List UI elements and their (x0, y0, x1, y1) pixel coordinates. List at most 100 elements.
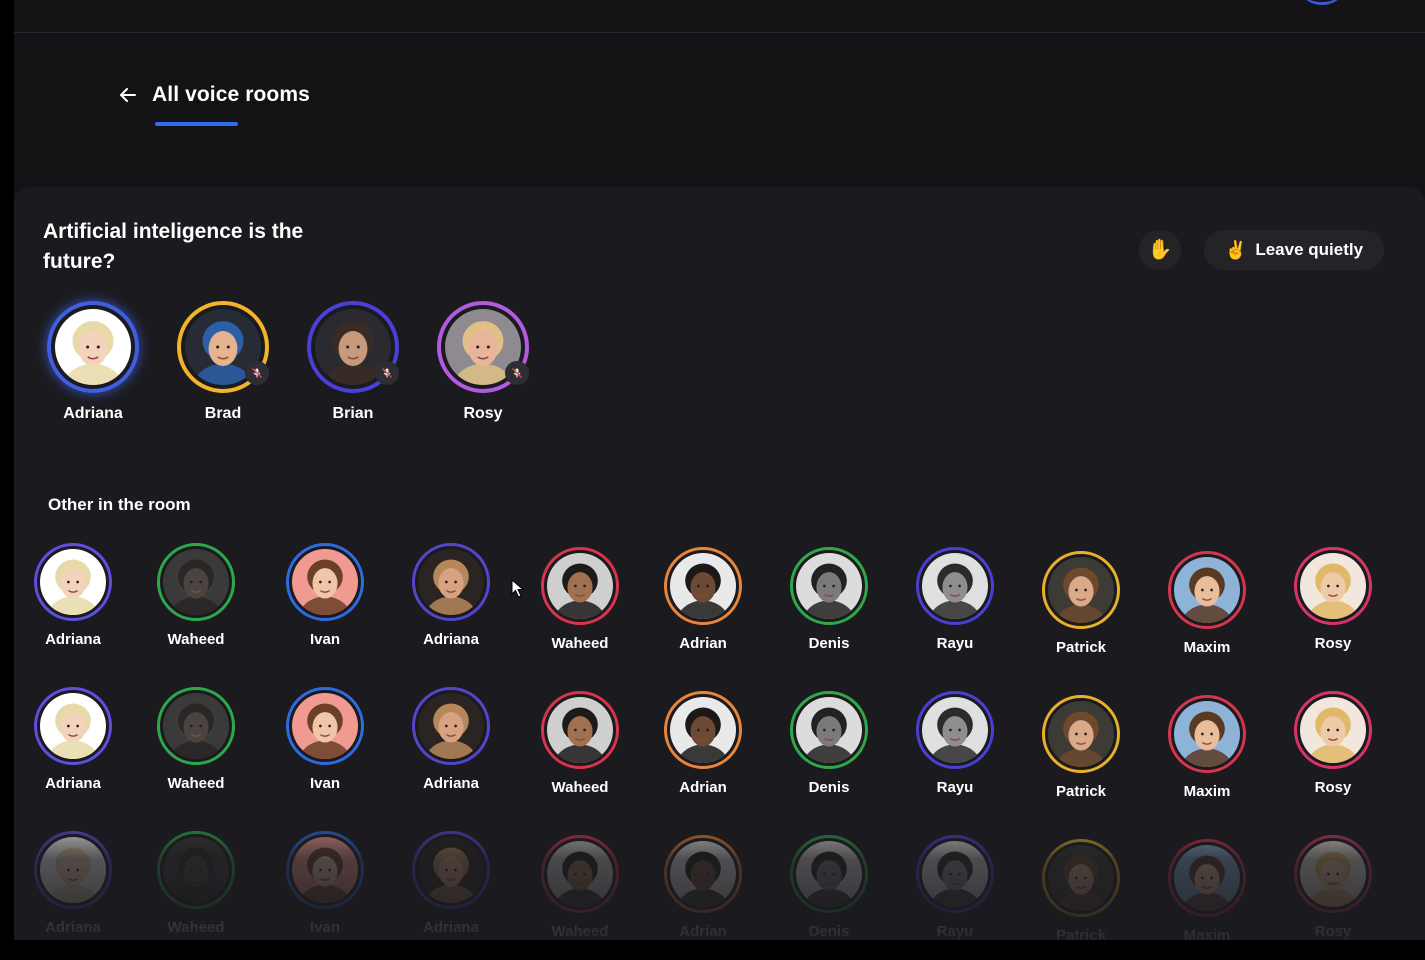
avatar[interactable] (790, 547, 868, 625)
listener-maxim[interactable]: Maxim (1152, 695, 1262, 800)
listener-maxim[interactable]: Maxim (1152, 839, 1262, 940)
listener-adrian[interactable]: Adrian (648, 835, 758, 940)
avatar[interactable] (34, 831, 112, 909)
avatar[interactable] (664, 835, 742, 913)
listener-name: Patrick (1055, 927, 1107, 940)
avatar[interactable] (177, 301, 269, 393)
avatar[interactable] (664, 547, 742, 625)
listener-adriana[interactable]: Adriana (18, 687, 128, 792)
avatar-photo (55, 309, 131, 385)
listener-patrick[interactable]: Patrick (1026, 839, 1136, 940)
listener-name: Patrick (1055, 783, 1107, 800)
listener-waheed[interactable]: Waheed (141, 543, 251, 648)
avatar[interactable] (286, 543, 364, 621)
avatar[interactable] (1042, 551, 1120, 629)
listener-adrian[interactable]: Adrian (648, 547, 758, 652)
avatar[interactable] (790, 835, 868, 913)
avatar[interactable] (412, 687, 490, 765)
avatar[interactable] (1042, 695, 1120, 773)
listener-name: Adrian (679, 923, 727, 940)
avatar-photo (418, 693, 484, 759)
listener-name: Rosy (1314, 779, 1352, 796)
listener-waheed[interactable]: Waheed (525, 835, 635, 940)
avatar-photo (796, 553, 862, 619)
avatar[interactable] (1294, 691, 1372, 769)
listener-rosy[interactable]: Rosy (1278, 547, 1388, 652)
speaker-brian[interactable]: Brian (293, 301, 413, 423)
listener-adriana[interactable]: Adriana (18, 831, 128, 936)
listener-ivan[interactable]: Ivan (270, 543, 380, 648)
avatar[interactable] (307, 301, 399, 393)
listener-name: Adriana (45, 631, 101, 648)
avatar-photo (1300, 553, 1366, 619)
avatar[interactable] (157, 831, 235, 909)
listener-rosy[interactable]: Rosy (1278, 691, 1388, 796)
avatar[interactable] (286, 831, 364, 909)
avatar[interactable] (916, 691, 994, 769)
avatar[interactable] (1042, 839, 1120, 917)
avatar[interactable] (437, 301, 529, 393)
avatar-photo (1174, 557, 1240, 623)
avatar[interactable] (34, 687, 112, 765)
raise-hand-button[interactable]: ✋ (1139, 230, 1181, 270)
listener-name: Rosy (1314, 635, 1352, 652)
avatar[interactable] (916, 835, 994, 913)
avatar[interactable] (541, 691, 619, 769)
listener-name: Adriana (45, 775, 101, 792)
avatar[interactable] (790, 691, 868, 769)
listener-denis[interactable]: Denis (774, 835, 884, 940)
avatar[interactable] (34, 543, 112, 621)
listener-waheed[interactable]: Waheed (525, 547, 635, 652)
avatar[interactable] (412, 543, 490, 621)
listener-name: Patrick (1055, 639, 1107, 656)
avatar[interactable] (1294, 835, 1372, 913)
listener-adriana[interactable]: Adriana (396, 543, 506, 648)
avatar[interactable] (1168, 695, 1246, 773)
listener-rayu[interactable]: Rayu (900, 691, 1010, 796)
listener-ivan[interactable]: Ivan (270, 687, 380, 792)
leave-quietly-button[interactable]: ✌️ Leave quietly (1204, 230, 1384, 270)
listener-patrick[interactable]: Patrick (1026, 695, 1136, 800)
avatar[interactable] (157, 687, 235, 765)
listener-name: Denis (808, 779, 850, 796)
listener-denis[interactable]: Denis (774, 547, 884, 652)
profile-avatar[interactable] (1302, 0, 1342, 5)
avatar[interactable] (412, 831, 490, 909)
speaker-adriana[interactable]: Adriana (33, 301, 153, 423)
speaker-name: Adriana (63, 405, 123, 422)
listener-rosy[interactable]: Rosy (1278, 835, 1388, 940)
speaker-brad[interactable]: Brad (163, 301, 283, 423)
listener-denis[interactable]: Denis (774, 691, 884, 796)
avatar[interactable] (157, 543, 235, 621)
listener-waheed[interactable]: Waheed (141, 687, 251, 792)
avatar[interactable] (916, 547, 994, 625)
speaker-rosy[interactable]: Rosy (423, 301, 543, 423)
listener-patrick[interactable]: Patrick (1026, 551, 1136, 656)
avatar[interactable] (541, 547, 619, 625)
listener-waheed[interactable]: Waheed (141, 831, 251, 936)
listener-name: Maxim (1183, 783, 1231, 800)
avatar[interactable] (286, 687, 364, 765)
listener-adrian[interactable]: Adrian (648, 691, 758, 796)
avatar-photo (1048, 701, 1114, 767)
listener-adriana[interactable]: Adriana (396, 831, 506, 936)
listener-waheed[interactable]: Waheed (525, 691, 635, 796)
listener-rayu[interactable]: Rayu (900, 547, 1010, 652)
listener-adriana[interactable]: Adriana (18, 543, 128, 648)
avatar-photo (1174, 701, 1240, 767)
avatar[interactable] (541, 835, 619, 913)
back-to-rooms-link[interactable]: All voice rooms (118, 80, 310, 110)
page-title: All voice rooms (152, 83, 310, 106)
avatar[interactable] (1168, 551, 1246, 629)
arrow-left-icon[interactable] (118, 85, 138, 105)
listener-maxim[interactable]: Maxim (1152, 551, 1262, 656)
avatar[interactable] (47, 301, 139, 393)
listener-ivan[interactable]: Ivan (270, 831, 380, 936)
listener-name: Adriana (423, 775, 479, 792)
listener-adriana[interactable]: Adriana (396, 687, 506, 792)
avatar[interactable] (1168, 839, 1246, 917)
listener-rayu[interactable]: Rayu (900, 835, 1010, 940)
avatar[interactable] (664, 691, 742, 769)
avatar-photo (1174, 845, 1240, 911)
avatar[interactable] (1294, 547, 1372, 625)
